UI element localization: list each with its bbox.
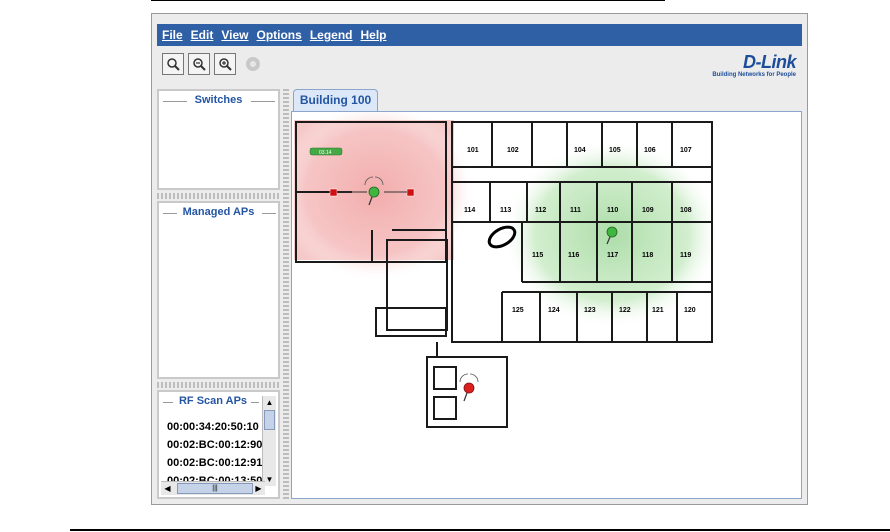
top-rule [151,0,665,1]
zoom-out-button[interactable] [188,53,210,75]
ap-label-text: 03.14 [319,150,332,156]
tab-building[interactable]: Building 100 [293,89,378,111]
dlink-logo: D-Link Building Networks for People [712,53,796,79]
rf-scan-list: 00:00:34:20:50:10 00:02:BC:00:12:90 00:0… [167,418,262,490]
sensor-marker[interactable] [406,188,415,197]
room-label: 116 [568,252,579,259]
room-label: 122 [619,307,631,314]
bottom-rule [70,529,890,531]
room-label: 106 [644,147,656,154]
menu-bar: File Edit View Options Legend Help [157,24,802,46]
room-label: 111 [570,207,581,214]
menu-file[interactable]: File [162,28,183,42]
scroll-thumb[interactable] [264,410,275,430]
split-divider[interactable] [283,87,289,499]
list-item[interactable]: 00:02:BC:00:12:90 [167,436,262,454]
room-label: 125 [512,307,524,314]
access-point-pin[interactable] [459,373,479,402]
menu-view[interactable]: View [221,28,248,42]
zoom-out-icon [193,58,206,71]
left-panel: Switches Managed APs RF Scan APs 00:00:3… [157,87,280,499]
stop-button[interactable] [242,53,264,75]
room-label: 112 [535,207,546,214]
floorplan-panel: 101 102 104 105 106 107 114 113 112 111 … [291,111,802,499]
zoom-in-icon [219,58,232,71]
menu-edit[interactable]: Edit [191,28,214,42]
zoom-in-button[interactable] [214,53,236,75]
room-label: 104 [574,147,586,154]
room-label: 113 [500,207,511,214]
panel-splitter[interactable] [157,382,280,388]
panel-splitter[interactable] [157,193,280,199]
room-label: 123 [584,307,596,314]
app-window: File Edit View Options Legend Help D-Lin… [151,13,808,505]
rf-scan-aps-title: RF Scan APs [178,395,248,407]
room-label: 101 [467,147,479,154]
logo-main-text: D-Link [743,52,796,72]
room-label: 110 [607,207,618,214]
room-label: 121 [652,307,664,314]
logo-tagline: Building Networks for People [712,72,796,78]
select-zoom-button[interactable] [162,53,184,75]
scroll-right-icon[interactable]: ▶ [252,482,265,495]
room-label: 124 [548,307,560,314]
managed-aps-title: Managed APs [182,206,255,218]
room-label: 105 [609,147,621,154]
room-label: 115 [532,252,543,259]
menu-help[interactable]: Help [360,28,386,42]
switches-title: Switches [194,94,243,106]
room-label: 102 [507,147,519,154]
magnifier-icon [167,58,180,71]
toolbar: D-Link Building Networks for People [157,47,802,87]
vertical-scrollbar[interactable]: ▲ ▼ [262,396,276,486]
room-label: 117 [607,252,618,259]
scroll-thumb[interactable]: ||| [177,483,253,494]
room-label: 107 [680,147,692,154]
scroll-left-icon[interactable]: ◀ [161,482,174,495]
room-label: 118 [642,252,653,259]
menu-legend[interactable]: Legend [310,28,353,42]
managed-aps-panel: Managed APs [157,201,280,379]
stop-icon [246,57,260,71]
scroll-up-icon[interactable]: ▲ [263,396,276,409]
rf-scan-aps-panel: RF Scan APs 00:00:34:20:50:10 00:02:BC:0… [157,390,280,499]
list-item[interactable]: 00:02:BC:00:12:91 [167,454,262,472]
room-label: 119 [680,252,691,259]
switches-panel: Switches [157,89,280,190]
sensor-marker[interactable] [329,188,338,197]
menu-options[interactable]: Options [256,28,301,42]
room-label: 109 [642,207,654,214]
list-item[interactable]: 00:00:34:20:50:10 [167,418,262,436]
room-label: 108 [680,207,692,214]
room-label: 120 [684,307,696,314]
horizontal-scrollbar[interactable]: ◀ ||| ▶ [161,481,265,495]
floorplan-map: 101 102 104 105 106 107 114 113 112 111 … [292,112,722,428]
tab-area: Building 100 101 102 104 105 106 107 114… [291,87,802,499]
room-label: 114 [464,207,475,214]
